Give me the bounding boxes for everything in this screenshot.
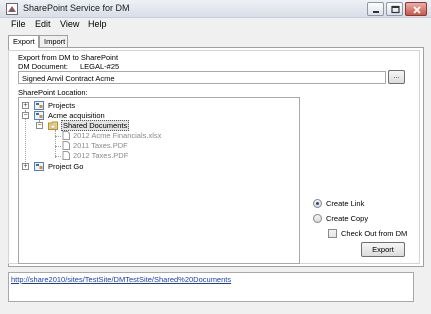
document-name-field[interactable]: Signed Anvil Contract Acme [18, 71, 386, 84]
file-icon [62, 141, 70, 150]
sharepoint-link[interactable]: http://share2010/sites/TestSite/DMTestSi… [11, 275, 231, 284]
tree-node-project-go[interactable]: + Project Go [22, 162, 282, 172]
tree-label: Shared Documents [61, 120, 130, 131]
create-copy-label[interactable]: Create Copy [326, 214, 368, 223]
sharepoint-location-tree[interactable]: + Projects − Acme acquisition − Shared D… [18, 97, 300, 264]
site-icon [34, 111, 44, 120]
tab-import[interactable]: Import [39, 35, 68, 47]
minimize-icon [373, 11, 379, 13]
tree-label: Acme acquisition [48, 111, 105, 120]
maximize-icon [391, 5, 400, 14]
close-button[interactable] [405, 2, 427, 16]
menu-bar: File Edit View Help [0, 18, 431, 32]
tree-label: 2011 Taxes.PDF [73, 141, 128, 150]
create-copy-radio[interactable] [313, 214, 322, 223]
menu-edit[interactable]: Edit [35, 19, 51, 29]
minimize-button[interactable] [367, 2, 384, 16]
file-icon [62, 151, 70, 160]
check-out-checkbox[interactable] [328, 229, 337, 238]
browse-button[interactable]: ... [388, 70, 405, 84]
tree-node-file[interactable]: 2012 Acme Financials.xlsx [61, 131, 261, 141]
window-title: SharePoint Service for DM [23, 3, 130, 13]
app-window: SharePoint Service for DM File Edit View… [0, 0, 431, 314]
site-icon [34, 162, 44, 171]
dm-document-label: DM Document: [18, 62, 69, 71]
file-icon [62, 131, 70, 140]
tree-node-projects[interactable]: + Projects [22, 101, 282, 111]
tree-line [55, 130, 56, 158]
expand-icon[interactable]: + [22, 102, 29, 109]
tree-label: 2012 Acme Financials.xlsx [73, 131, 162, 140]
dm-document-value: LEGAL-#25 [80, 62, 120, 71]
menu-help[interactable]: Help [88, 19, 107, 29]
expand-icon[interactable]: + [22, 163, 29, 170]
check-out-label[interactable]: Check Out from DM [341, 229, 407, 238]
tree-label: Project Go [48, 162, 84, 171]
location-label: SharePoint Location: [18, 88, 88, 97]
tree-node-file[interactable]: 2011 Taxes.PDF [61, 141, 261, 151]
menu-view[interactable]: View [60, 19, 79, 29]
group-label: Export from DM to SharePoint [18, 53, 119, 62]
tree-label: Projects [48, 101, 76, 110]
title-bar: SharePoint Service for DM [0, 0, 431, 18]
collapse-icon[interactable]: − [36, 122, 43, 129]
create-link-label[interactable]: Create Link [326, 199, 364, 208]
tab-export[interactable]: Export [8, 35, 39, 48]
close-icon [413, 6, 421, 14]
collapse-icon[interactable]: − [22, 112, 29, 119]
menu-file[interactable]: File [11, 19, 26, 29]
tree-node-file[interactable]: 2012 Taxes.PDF [61, 151, 261, 161]
export-button[interactable]: Export [361, 242, 405, 257]
site-icon [34, 101, 44, 110]
tree-label: 2012 Taxes.PDF [73, 151, 129, 160]
maximize-button[interactable] [386, 2, 403, 16]
app-icon [6, 3, 18, 15]
tree-node-shared-documents[interactable]: − Shared Documents [36, 120, 276, 131]
create-link-radio[interactable] [313, 199, 322, 208]
library-icon [48, 121, 58, 130]
status-box: http://share2010/sites/TestSite/DMTestSi… [8, 272, 414, 302]
